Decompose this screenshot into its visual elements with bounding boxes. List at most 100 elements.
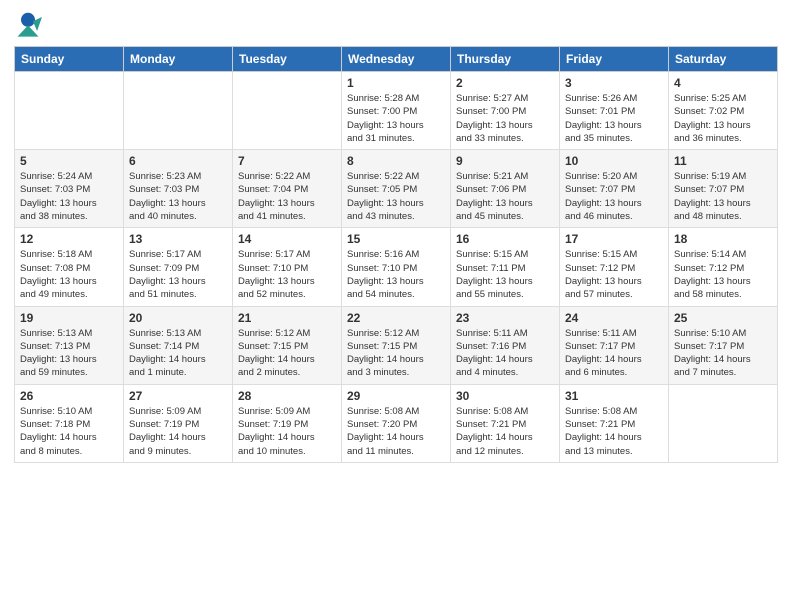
- day-number: 17: [565, 232, 663, 246]
- day-cell: 25Sunrise: 5:10 AM Sunset: 7:17 PM Dayli…: [669, 306, 778, 384]
- day-info: Sunrise: 5:27 AM Sunset: 7:00 PM Dayligh…: [456, 92, 554, 145]
- day-number: 18: [674, 232, 772, 246]
- calendar-table: SundayMondayTuesdayWednesdayThursdayFrid…: [14, 46, 778, 463]
- day-cell: [669, 384, 778, 462]
- weekday-header-saturday: Saturday: [669, 47, 778, 72]
- day-cell: 18 Sunrise: 5:14 AM Sunset: 7:12 PM Dayli…: [669, 228, 778, 306]
- day-number: 19: [20, 311, 118, 325]
- day-number: 7: [238, 154, 336, 168]
- day-number: 24: [565, 311, 663, 325]
- day-number: 10: [565, 154, 663, 168]
- day-cell: 24 Sunrise: 5:11 AM Sunset: 7:17 PM Dayli…: [560, 306, 669, 384]
- day-info: Sunrise: 5:15 AM Sunset: 7:11 PM Dayligh…: [456, 248, 554, 301]
- day-info: Sunrise: 5:26 AM Sunset: 7:01 PM Dayligh…: [565, 92, 663, 145]
- logo: [14, 10, 46, 38]
- day-number: 6: [129, 154, 227, 168]
- day-info: Sunrise: 5:19 AM Sunset: 7:07 PM Dayligh…: [674, 170, 772, 223]
- day-number: 3: [565, 76, 663, 90]
- day-number: 27: [129, 389, 227, 403]
- day-number: 8: [347, 154, 445, 168]
- logo-icon: [14, 10, 42, 38]
- day-cell: 30 Sunrise: 5:08 AM Sunset: 7:21 PM Dayli…: [451, 384, 560, 462]
- day-info: Sunrise: 5:25 AM Sunset: 7:02 PM Dayligh…: [674, 92, 772, 145]
- day-cell: 9 Sunrise: 5:21 AM Sunset: 7:06 PM Daylig…: [451, 150, 560, 228]
- day-cell: 15 Sunrise: 5:16 AM Sunset: 7:10 PM Dayli…: [342, 228, 451, 306]
- day-cell: 12Sunrise: 5:18 AM Sunset: 7:08 PM Dayli…: [15, 228, 124, 306]
- day-info: Sunrise: 5:09 AM Sunset: 7:19 PM Dayligh…: [129, 405, 227, 458]
- day-number: 11: [674, 154, 772, 168]
- day-info: Sunrise: 5:23 AM Sunset: 7:03 PM Dayligh…: [129, 170, 227, 223]
- day-number: 29: [347, 389, 445, 403]
- day-cell: 29 Sunrise: 5:08 AM Sunset: 7:20 PM Dayli…: [342, 384, 451, 462]
- day-cell: 2 Sunrise: 5:27 AM Sunset: 7:00 PM Daylig…: [451, 72, 560, 150]
- day-info: Sunrise: 5:13 AM Sunset: 7:13 PM Dayligh…: [20, 327, 118, 380]
- day-cell: 27 Sunrise: 5:09 AM Sunset: 7:19 PM Dayli…: [124, 384, 233, 462]
- day-info: Sunrise: 5:17 AM Sunset: 7:09 PM Dayligh…: [129, 248, 227, 301]
- day-info: Sunrise: 5:08 AM Sunset: 7:21 PM Dayligh…: [565, 405, 663, 458]
- day-info: Sunrise: 5:20 AM Sunset: 7:07 PM Dayligh…: [565, 170, 663, 223]
- day-cell: 14 Sunrise: 5:17 AM Sunset: 7:10 PM Dayli…: [233, 228, 342, 306]
- day-number: 20: [129, 311, 227, 325]
- day-cell: 11 Sunrise: 5:19 AM Sunset: 7:07 PM Dayli…: [669, 150, 778, 228]
- day-info: Sunrise: 5:28 AM Sunset: 7:00 PM Dayligh…: [347, 92, 445, 145]
- day-number: 23: [456, 311, 554, 325]
- day-number: 21: [238, 311, 336, 325]
- day-number: 16: [456, 232, 554, 246]
- day-info: Sunrise: 5:22 AM Sunset: 7:05 PM Dayligh…: [347, 170, 445, 223]
- day-number: 28: [238, 389, 336, 403]
- header: [14, 10, 778, 38]
- day-cell: 5 Sunrise: 5:24 AM Sunset: 7:03 PM Daylig…: [15, 150, 124, 228]
- day-info: Sunrise: 5:08 AM Sunset: 7:21 PM Dayligh…: [456, 405, 554, 458]
- day-cell: 10 Sunrise: 5:20 AM Sunset: 7:07 PM Dayli…: [560, 150, 669, 228]
- day-number: 13: [129, 232, 227, 246]
- weekday-header-tuesday: Tuesday: [233, 47, 342, 72]
- weekday-header-sunday: Sunday: [15, 47, 124, 72]
- weekday-header-thursday: Thursday: [451, 47, 560, 72]
- day-number: 9: [456, 154, 554, 168]
- day-cell: 7 Sunrise: 5:22 AM Sunset: 7:04 PM Daylig…: [233, 150, 342, 228]
- day-cell: 28Sunrise: 5:09 AM Sunset: 7:19 PM Dayli…: [233, 384, 342, 462]
- week-row-4: 19 Sunrise: 5:13 AM Sunset: 7:13 PM Dayli…: [15, 306, 778, 384]
- day-info: Sunrise: 5:11 AM Sunset: 7:17 PM Dayligh…: [565, 327, 663, 380]
- day-info: Sunrise: 5:12 AM Sunset: 7:15 PM Dayligh…: [347, 327, 445, 380]
- day-info: Sunrise: 5:22 AM Sunset: 7:04 PM Dayligh…: [238, 170, 336, 223]
- day-cell: 26 Sunrise: 5:10 AM Sunset: 7:18 PM Dayli…: [15, 384, 124, 462]
- day-number: 30: [456, 389, 554, 403]
- day-cell: 31 Sunrise: 5:08 AM Sunset: 7:21 PM Dayli…: [560, 384, 669, 462]
- day-info: Sunrise: 5:10 AM Sunset: 7:18 PM Dayligh…: [20, 405, 118, 458]
- day-cell: [233, 72, 342, 150]
- day-number: 2: [456, 76, 554, 90]
- day-cell: 1 Sunrise: 5:28 AM Sunset: 7:00 PM Daylig…: [342, 72, 451, 150]
- day-info: Sunrise: 5:14 AM Sunset: 7:12 PM Dayligh…: [674, 248, 772, 301]
- day-number: 1: [347, 76, 445, 90]
- calendar-container: SundayMondayTuesdayWednesdayThursdayFrid…: [0, 0, 792, 473]
- day-info: Sunrise: 5:13 AM Sunset: 7:14 PM Dayligh…: [129, 327, 227, 380]
- day-info: Sunrise: 5:16 AM Sunset: 7:10 PM Dayligh…: [347, 248, 445, 301]
- day-number: 14: [238, 232, 336, 246]
- day-number: 22: [347, 311, 445, 325]
- day-info: Sunrise: 5:24 AM Sunset: 7:03 PM Dayligh…: [20, 170, 118, 223]
- day-info: Sunrise: 5:12 AM Sunset: 7:15 PM Dayligh…: [238, 327, 336, 380]
- day-cell: 17Sunrise: 5:15 AM Sunset: 7:12 PM Dayli…: [560, 228, 669, 306]
- week-row-2: 5 Sunrise: 5:24 AM Sunset: 7:03 PM Daylig…: [15, 150, 778, 228]
- weekday-header-friday: Friday: [560, 47, 669, 72]
- day-info: Sunrise: 5:17 AM Sunset: 7:10 PM Dayligh…: [238, 248, 336, 301]
- day-info: Sunrise: 5:21 AM Sunset: 7:06 PM Dayligh…: [456, 170, 554, 223]
- day-number: 31: [565, 389, 663, 403]
- day-number: 5: [20, 154, 118, 168]
- day-cell: 20 Sunrise: 5:13 AM Sunset: 7:14 PM Dayli…: [124, 306, 233, 384]
- day-cell: [124, 72, 233, 150]
- day-number: 26: [20, 389, 118, 403]
- day-cell: 3 Sunrise: 5:26 AM Sunset: 7:01 PM Daylig…: [560, 72, 669, 150]
- day-cell: 6 Sunrise: 5:23 AM Sunset: 7:03 PM Daylig…: [124, 150, 233, 228]
- day-info: Sunrise: 5:08 AM Sunset: 7:20 PM Dayligh…: [347, 405, 445, 458]
- day-cell: 4Sunrise: 5:25 AM Sunset: 7:02 PM Daylig…: [669, 72, 778, 150]
- day-info: Sunrise: 5:18 AM Sunset: 7:08 PM Dayligh…: [20, 248, 118, 301]
- week-row-5: 26 Sunrise: 5:10 AM Sunset: 7:18 PM Dayli…: [15, 384, 778, 462]
- day-cell: 23 Sunrise: 5:11 AM Sunset: 7:16 PM Dayli…: [451, 306, 560, 384]
- day-cell: 13 Sunrise: 5:17 AM Sunset: 7:09 PM Dayli…: [124, 228, 233, 306]
- day-number: 15: [347, 232, 445, 246]
- day-info: Sunrise: 5:11 AM Sunset: 7:16 PM Dayligh…: [456, 327, 554, 380]
- day-info: Sunrise: 5:10 AM Sunset: 7:17 PM Dayligh…: [674, 327, 772, 380]
- weekday-header-wednesday: Wednesday: [342, 47, 451, 72]
